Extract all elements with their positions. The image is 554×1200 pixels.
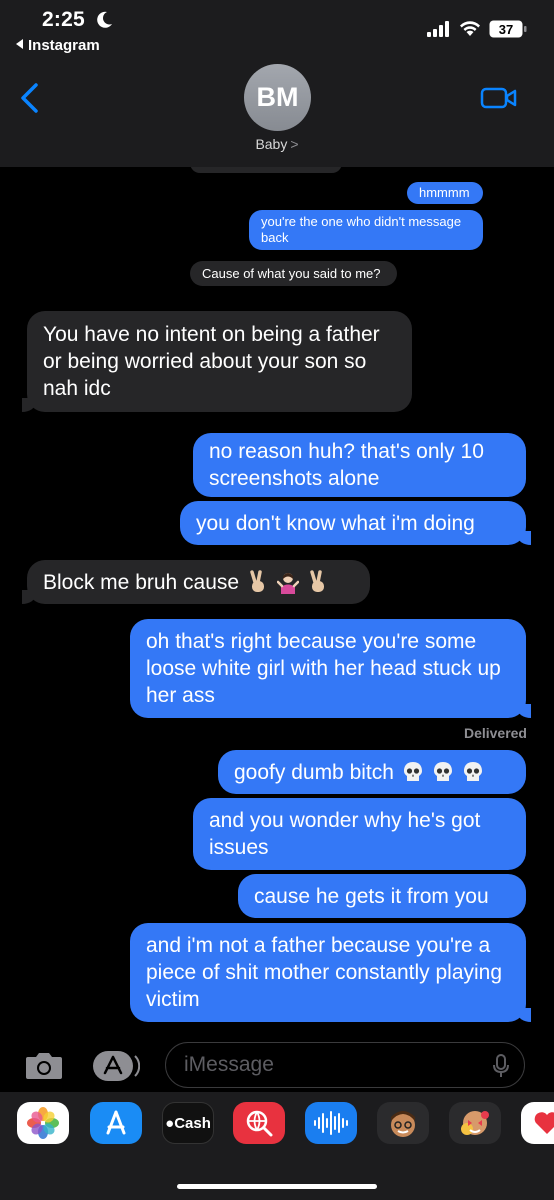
moon-icon <box>97 11 112 28</box>
message-text: goofy dumb bitch <box>234 760 394 784</box>
message-text: you don't know what i'm doing <box>196 511 475 535</box>
skull-emoji-icon <box>433 762 452 781</box>
waveform-icon <box>314 1111 348 1135</box>
message-input[interactable] <box>184 1052 484 1078</box>
conversation-header: BM Baby > <box>0 60 554 167</box>
camera-icon[interactable] <box>24 1049 64 1081</box>
digital-touch-app-icon[interactable] <box>521 1102 554 1144</box>
message-text: cause he gets it from you <box>254 884 489 908</box>
back-app-label: Instagram <box>28 37 100 54</box>
back-to-app-link[interactable]: Instagram <box>16 37 100 54</box>
audio-message-app-icon[interactable] <box>305 1102 357 1144</box>
contact-chevron-icon: > <box>290 136 299 152</box>
apple-cash-app-icon[interactable]: ●Cash <box>162 1102 214 1144</box>
message-bubble-outgoing[interactable]: oh that's right because you're some loos… <box>130 619 531 718</box>
compose-bar <box>0 1040 554 1092</box>
app-store-icon[interactable] <box>92 1050 140 1082</box>
video-call-icon[interactable] <box>480 86 518 110</box>
victory-hand-emoji-icon <box>310 570 325 592</box>
status-time: 2:25 <box>42 8 85 31</box>
message-text: and i'm not a father because you're a pi… <box>146 934 503 1011</box>
image-search-app-icon[interactable] <box>233 1102 285 1144</box>
message-text: oh that's right because you're some loos… <box>146 630 501 707</box>
message-text: Block me bruh cause <box>43 570 240 594</box>
message-text: Cause of what you said to me? <box>202 265 381 281</box>
photos-flower-icon <box>27 1107 59 1139</box>
message-bubble-incoming[interactable]: Block me bruh cause <box>22 560 370 604</box>
message-bubble-outgoing[interactable]: cause he gets it from you <box>238 874 526 918</box>
message-bubble-incoming[interactable]: Cause of what you said to me? <box>190 261 397 286</box>
message-text: You have no intent on being a father or … <box>43 323 380 400</box>
contact-name-label: Baby <box>255 136 288 152</box>
memoji-stickers-app-icon[interactable] <box>449 1102 501 1144</box>
message-thread[interactable]: hmmmm you're the one who didn't message … <box>0 167 554 1040</box>
microphone-icon[interactable] <box>492 1054 510 1078</box>
memoji-stickers-icon <box>461 1111 489 1135</box>
message-text: no reason huh? that's only 10 screenshot… <box>209 440 484 490</box>
message-input-field[interactable] <box>165 1042 525 1088</box>
message-bubble-outgoing[interactable]: and you wonder why he's got issues <box>193 798 526 870</box>
message-bubble-outgoing[interactable]: goofy dumb bitch <box>218 750 526 794</box>
message-bubble-outgoing[interactable]: hmmmm <box>407 182 483 204</box>
back-chevron-icon[interactable] <box>18 82 42 114</box>
message-bubble-clipped <box>190 167 342 173</box>
memoji-face-icon <box>391 1111 415 1137</box>
battery-icon: 37 <box>489 20 527 38</box>
signal-icon <box>427 21 449 37</box>
message-text: and you wonder why he's got issues <box>209 809 481 859</box>
app-drawer: ●Cash <box>0 1092 554 1200</box>
delivered-status: Delivered <box>463 725 527 741</box>
victory-hand-emoji-icon <box>250 570 265 592</box>
skull-emoji-icon <box>463 762 482 781</box>
cash-label: ●Cash <box>165 1114 211 1132</box>
message-bubble-outgoing[interactable]: and i'm not a father because you're a pi… <box>130 923 531 1022</box>
back-triangle-icon <box>16 39 23 49</box>
message-bubble-outgoing[interactable]: you don't know what i'm doing <box>180 501 531 545</box>
shrugging-woman-emoji-icon <box>277 573 300 594</box>
message-text: hmmmm <box>419 185 470 200</box>
battery-level: 37 <box>499 22 513 37</box>
globe-search-icon <box>246 1110 273 1137</box>
message-bubble-outgoing[interactable]: you're the one who didn't message back <box>249 210 483 250</box>
contact-name[interactable]: Baby > <box>0 136 554 152</box>
message-bubble-outgoing[interactable]: no reason huh? that's only 10 screenshot… <box>193 433 526 497</box>
status-bar: 2:25 Instagram 37 <box>0 0 554 60</box>
skull-emoji-icon <box>403 762 422 781</box>
home-indicator[interactable] <box>177 1184 377 1189</box>
heart-hand-icon <box>534 1112 554 1134</box>
wifi-icon <box>460 21 480 36</box>
memoji-app-icon[interactable] <box>377 1102 429 1144</box>
message-text: you're the one who didn't message back <box>261 214 462 245</box>
app-store-app-icon[interactable] <box>90 1102 142 1144</box>
contact-avatar[interactable]: BM <box>244 64 311 131</box>
message-bubble-incoming[interactable]: You have no intent on being a father or … <box>22 311 412 412</box>
photos-app-icon[interactable] <box>17 1102 69 1144</box>
app-store-a-icon <box>106 1110 126 1135</box>
